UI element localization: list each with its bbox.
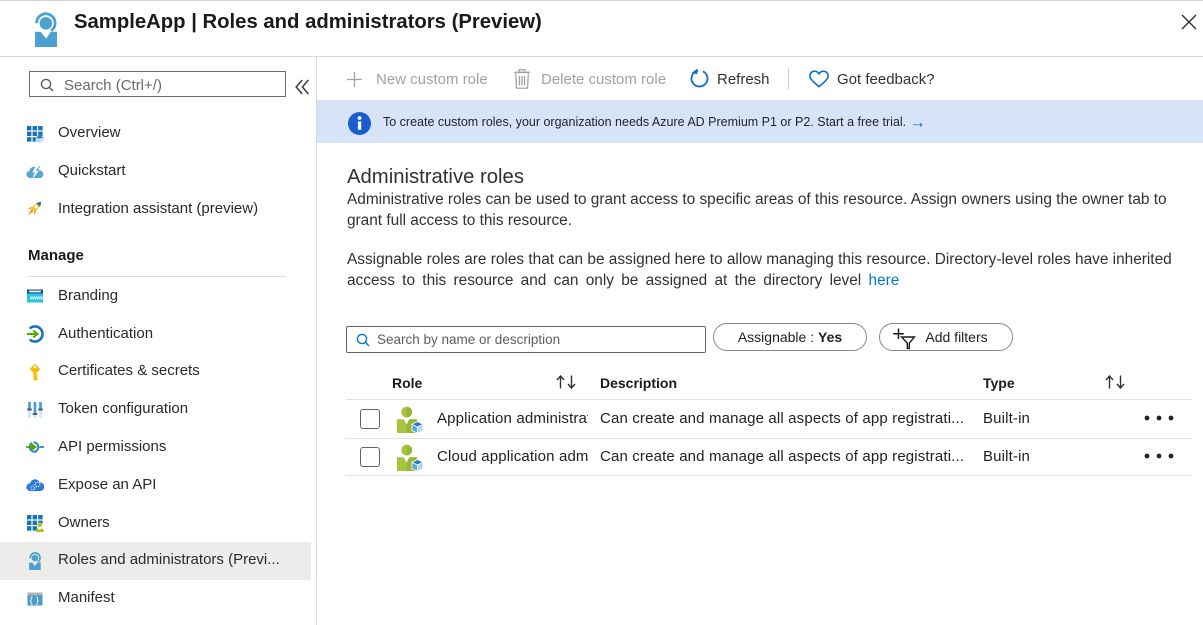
svg-text:}: } <box>36 595 39 606</box>
svg-text:www: www <box>29 296 44 302</box>
svg-text:{: { <box>30 595 33 606</box>
